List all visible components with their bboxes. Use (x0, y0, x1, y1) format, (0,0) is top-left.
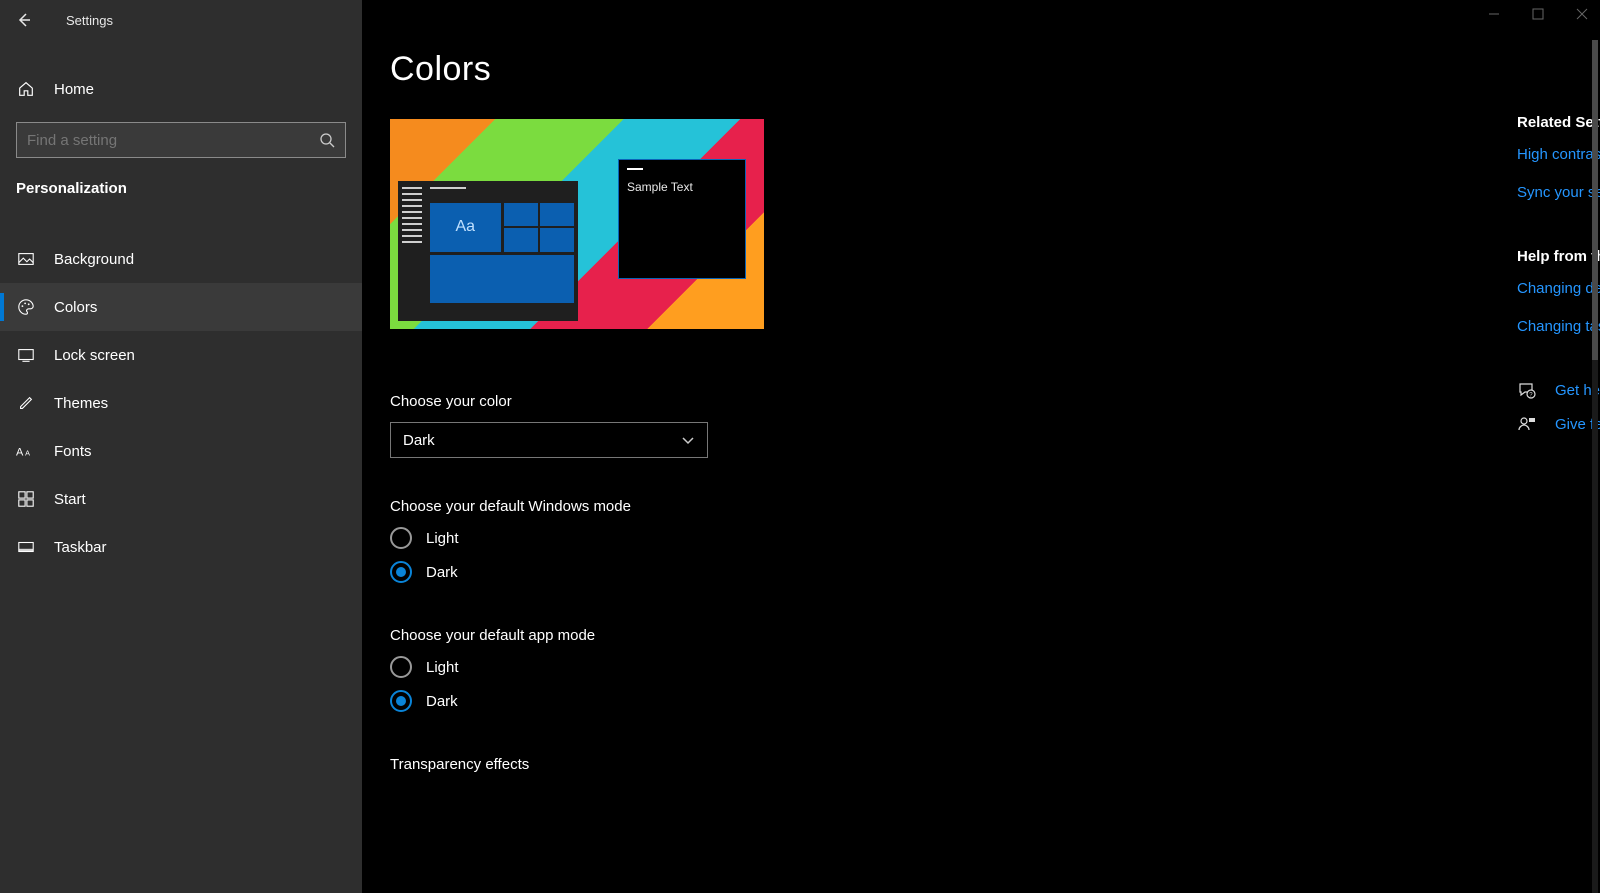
chevron-down-icon (681, 433, 695, 447)
app-title: Settings (66, 13, 113, 28)
get-help-link[interactable]: ? Get help (1517, 381, 1600, 401)
app-mode-light[interactable]: Light (390, 656, 1132, 678)
windows-mode-label: Choose your default Windows mode (390, 498, 1132, 515)
windows-mode-dark[interactable]: Dark (390, 561, 1132, 583)
sidebar-item-label: Background (54, 251, 134, 268)
back-button[interactable] (14, 10, 34, 30)
scroll-thumb[interactable] (1592, 40, 1598, 360)
give-feedback-link[interactable]: Give feedback (1517, 415, 1600, 435)
windows-mode-light[interactable]: Light (390, 527, 1132, 549)
minimize-button[interactable] (1486, 6, 1502, 22)
choose-color-select[interactable]: Dark (390, 422, 708, 458)
radio-icon (390, 656, 412, 678)
page-title: Colors (390, 50, 1132, 89)
radio-checked-icon (390, 561, 412, 583)
app-mode-label: Choose your default app mode (390, 627, 1132, 644)
start-icon (16, 490, 36, 508)
chat-help-icon: ? (1517, 381, 1537, 401)
settings-sidebar: Settings Home Personalization Background… (0, 0, 362, 893)
palette-icon (16, 298, 36, 316)
search-box[interactable] (16, 122, 346, 158)
sidebar-item-fonts[interactable]: AA Fonts (0, 427, 362, 475)
radio-label: Light (426, 659, 459, 676)
svg-text:A: A (16, 447, 24, 459)
sidebar-item-label: Fonts (54, 443, 92, 460)
maximize-button[interactable] (1530, 6, 1546, 22)
radio-checked-icon (390, 690, 412, 712)
feedback-icon (1517, 415, 1537, 435)
choose-color-label: Choose your color (390, 393, 1132, 410)
home-icon (16, 80, 36, 98)
lock-screen-icon (16, 346, 36, 364)
fonts-icon: AA (16, 442, 36, 460)
sidebar-section-label: Personalization (0, 158, 362, 197)
arrow-left-icon (16, 12, 32, 28)
main-area: Colors Aa (362, 0, 1600, 893)
taskbar-icon (16, 538, 36, 556)
sidebar-nav: Background Colors Lock screen Themes AA … (0, 235, 362, 571)
search-input[interactable] (27, 132, 304, 149)
sidebar-item-label: Taskbar (54, 539, 107, 556)
picture-icon (16, 250, 36, 268)
radio-label: Dark (426, 564, 458, 581)
sidebar-item-label: Themes (54, 395, 108, 412)
radio-icon (390, 527, 412, 549)
sidebar-home-label: Home (54, 81, 94, 98)
sidebar-item-start[interactable]: Start (0, 475, 362, 523)
preview-sample-text: Sample Text (627, 180, 737, 194)
sidebar-item-themes[interactable]: Themes (0, 379, 362, 427)
sidebar-item-lock-screen[interactable]: Lock screen (0, 331, 362, 379)
link-high-contrast[interactable]: High contrast settings (1517, 145, 1600, 165)
sidebar-item-label: Colors (54, 299, 97, 316)
sidebar-item-label: Lock screen (54, 347, 135, 364)
color-preview: Aa Sample Text (390, 119, 764, 329)
related-settings-title: Related Settings (1517, 114, 1600, 131)
choose-color-value: Dark (403, 432, 435, 449)
close-button[interactable] (1574, 6, 1590, 22)
link-changing-desktop-colors[interactable]: Changing desktop or background colors (1517, 279, 1600, 299)
link-changing-taskbar-color[interactable]: Changing taskbar color (1517, 317, 1600, 337)
preview-tile-aa: Aa (430, 203, 501, 252)
search-icon (319, 132, 335, 148)
sidebar-item-label: Start (54, 491, 86, 508)
preview-sample-window: Sample Text (618, 159, 746, 279)
app-mode-dark[interactable]: Dark (390, 690, 1132, 712)
sidebar-item-colors[interactable]: Colors (0, 283, 362, 331)
link-sync-settings[interactable]: Sync your settings (1517, 183, 1600, 203)
sidebar-item-background[interactable]: Background (0, 235, 362, 283)
sidebar-home[interactable]: Home (0, 68, 362, 110)
scrollbar[interactable] (1592, 40, 1598, 893)
sidebar-item-taskbar[interactable]: Taskbar (0, 523, 362, 571)
themes-icon (16, 394, 36, 412)
svg-text:A: A (25, 449, 30, 458)
radio-label: Dark (426, 693, 458, 710)
radio-label: Light (426, 530, 459, 547)
transparency-label: Transparency effects (390, 756, 1132, 773)
preview-start-menu: Aa (398, 181, 578, 321)
right-rail: Related Settings High contrast settings … (1517, 114, 1600, 480)
help-from-web-title: Help from the web (1517, 248, 1600, 265)
